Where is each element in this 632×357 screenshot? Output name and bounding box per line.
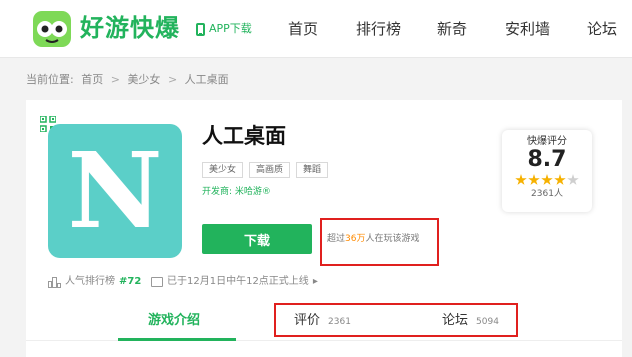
rank-label: 人气排行榜 [65,276,115,287]
nav-item-ranking[interactable]: 排行榜 [356,19,401,39]
app-icon-letter: N [67,129,163,252]
launch-text: 已于12月1日中午12点正式上线 [167,276,309,287]
score-value: 8.7 [527,147,567,172]
star-icon [528,174,540,185]
active-tab-indicator [118,338,236,341]
launch-info[interactable]: 已于12月1日中午12点正式上线 ▸ [151,276,318,288]
phone-icon [196,22,205,36]
tag-item[interactable]: 美少女 [202,162,244,178]
tab-divider [26,340,622,341]
nav-item-home[interactable]: 首页 [288,19,318,39]
nav-item-novel[interactable]: 新奇 [437,19,467,39]
tab-label: 游戏介绍 [148,313,201,328]
breadcrumb-separator: > [167,73,178,86]
nav-item-forum[interactable]: 论坛 [587,19,617,39]
highlight-box-tabs [274,303,518,337]
breadcrumb-separator: > [110,73,120,86]
breadcrumb: 当前位置: 首页 > 美少女 > 人工桌面 [26,73,233,87]
launch-arrow-icon: ▸ [312,276,318,287]
calendar-icon [151,277,163,287]
developer-info: 开发商: 米哈游® [202,187,271,197]
breadcrumb-current: 人工桌面 [184,73,229,86]
popularity-rank[interactable]: 人气排行榜 #72 [48,276,141,288]
star-icon [554,174,566,185]
star-icon [515,174,527,185]
rank-value: #72 [119,276,142,287]
breadcrumb-home[interactable]: 首页 [81,73,103,86]
breadcrumb-prefix: 当前位置: [26,73,74,86]
score-panel: 快爆评分 8.7 2361人 [502,130,592,212]
breadcrumb-category[interactable]: 美少女 [127,73,160,86]
download-button[interactable]: 下载 [202,224,312,254]
star-rating [502,174,592,186]
tag-item[interactable]: 舞蹈 [296,162,329,178]
app-icon: N [48,124,182,258]
star-icon [567,174,579,185]
star-icon [541,174,553,185]
tag-list: 美少女 高画质 舞蹈 [202,162,329,178]
app-download-label: APP下载 [209,22,252,35]
site-header: 好游快爆 APP下载 首页 排行榜 新奇 安利墙 论坛 [0,0,632,58]
rating-count: 2361人 [531,189,563,199]
nav-item-recommend-wall[interactable]: 安利墙 [505,19,550,39]
brand-name[interactable]: 好游快爆 [80,13,180,43]
tab-game-intro[interactable]: 游戏介绍 [148,312,200,330]
game-detail-card: N 人工桌面 美少女 高画质 舞蹈 开发商: 米哈游® 下载 超过36万人在玩该… [26,100,622,357]
logo-icon[interactable] [32,10,72,48]
app-title: 人工桌面 [202,124,286,148]
ranking-chart-icon [48,276,61,288]
highlight-box-players [320,218,439,266]
app-download-link[interactable]: APP下载 [196,21,252,37]
tag-item[interactable]: 高画质 [249,162,291,178]
